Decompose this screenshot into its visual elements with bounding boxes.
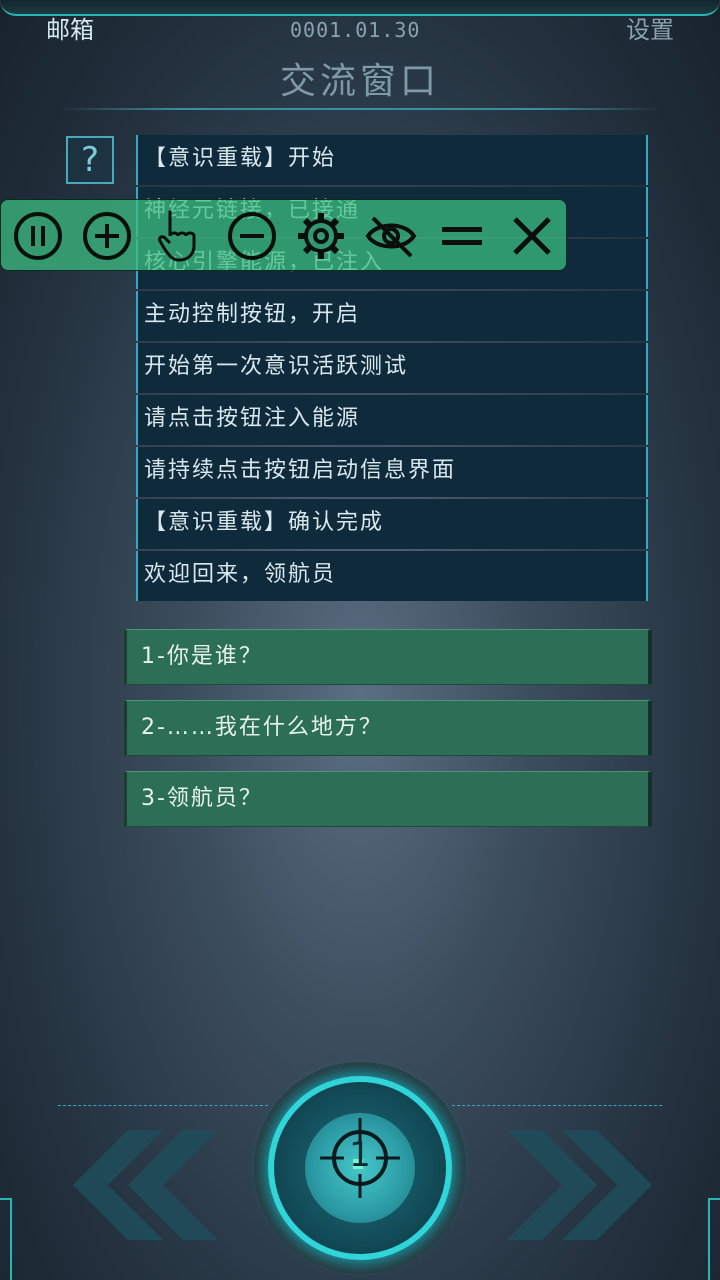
- log-message: 欢迎回来，领航员: [136, 551, 648, 601]
- chevron-double-right-icon[interactable]: [502, 1130, 652, 1240]
- help-icon[interactable]: ?: [66, 136, 114, 184]
- log-message: 开始第一次意识活跃测试: [136, 343, 648, 393]
- top-frame: [0, 0, 720, 16]
- title-divider: [60, 108, 660, 110]
- dialog-option-1[interactable]: 1-你是谁？: [124, 629, 652, 685]
- plus-icon[interactable]: [81, 210, 133, 262]
- floating-toolbar: [0, 199, 567, 271]
- dialog-option-2[interactable]: 2-……我在什么地方？: [124, 700, 652, 756]
- dialog-option-3[interactable]: 3-领航员？: [124, 771, 652, 827]
- dialog-options: 1-你是谁？ 2-……我在什么地方？ 3-领航员？: [124, 629, 652, 842]
- game-date: 0001.01.30: [290, 18, 421, 42]
- settings-button[interactable]: 设置: [626, 10, 674, 45]
- equals-icon[interactable]: [436, 210, 488, 262]
- minus-icon[interactable]: [226, 210, 278, 262]
- eye-slash-icon[interactable]: [365, 210, 417, 262]
- mailbox-button[interactable]: 邮箱: [46, 10, 94, 45]
- chevron-double-left-icon[interactable]: [68, 1130, 218, 1240]
- frame-corner-left: [0, 1198, 12, 1280]
- log-message: 主动控制按钮，开启: [136, 291, 648, 341]
- close-icon[interactable]: [506, 210, 558, 262]
- gear-icon[interactable]: [295, 210, 347, 262]
- log-message: 请持续点击按钮启动信息界面: [136, 447, 648, 497]
- frame-corner-right: [708, 1198, 720, 1280]
- bottom-divider-right: [452, 1105, 662, 1106]
- hand-pointer-icon[interactable]: [156, 210, 208, 262]
- log-message: 【意识重载】确认完成: [136, 499, 648, 549]
- page-title: 交流窗口: [279, 61, 440, 102]
- core-level-number: 1: [349, 1135, 371, 1175]
- pause-icon[interactable]: [12, 210, 64, 262]
- bottom-divider-left: [58, 1105, 268, 1106]
- log-message: 【意识重载】开始: [136, 135, 648, 185]
- log-message: 请点击按钮注入能源: [136, 395, 648, 445]
